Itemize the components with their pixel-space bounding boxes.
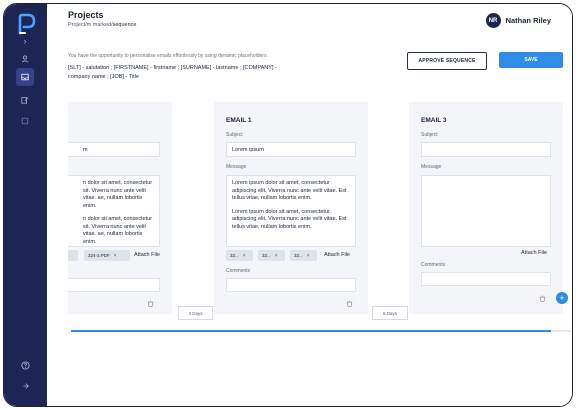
message-paragraph: Lorem ipsum dolor sit amet, consectetur … [232,180,347,201]
attachment-name: 32... [230,253,239,258]
attach-file-button[interactable]: Attach File [324,252,350,258]
save-button[interactable]: SAVE [499,52,563,68]
placeholder-list: [SLT] - salutation ; [FIRSTNAME] - first… [68,65,277,80]
email-title: EMAIL 1 [226,117,252,124]
user-menu[interactable]: NR Nathan Riley [485,13,551,28]
email-card-3: EMAIL 3 Subject Message Attach File Comm… [409,102,563,314]
breadcrumb: Project/m marked/sequence [68,22,136,28]
attachment-chip[interactable]: 32... × [290,250,317,261]
attachment-name: 32... [262,253,271,258]
delay-badge[interactable]: 6 Days [372,306,408,320]
user-name[interactable]: Nathan Riley [506,16,551,25]
page-title: Projects [68,10,104,20]
subject-label: Subject [226,132,243,138]
subject-label: Subject [421,132,438,138]
delay-badge[interactable]: 3 Days [178,306,213,320]
message-paragraph: Lorem ipsum dolor sit amet, consectetur … [232,208,347,230]
horizontal-scrollbar[interactable] [71,330,571,332]
edit-icon[interactable] [16,91,34,109]
subject-input[interactable] [421,142,551,157]
message-label: Message [421,164,442,170]
plus-icon: + [559,292,565,303]
placeholder-hint: You have the opportunity to personalise … [68,53,268,59]
logout-icon[interactable] [16,377,34,395]
attachment-chip[interactable] [68,250,78,261]
close-icon[interactable]: × [243,253,246,259]
attachment-chip[interactable]: 32... × [258,250,285,261]
sidebar: › [4,4,47,406]
trash-icon[interactable] [539,295,547,303]
message-input[interactable]: Lorem ipsum dolor sit amet, consectetur … [226,175,356,247]
comments-input[interactable] [421,272,551,286]
close-icon[interactable]: × [114,253,117,259]
message-label: Message [226,164,247,170]
comments-label: Comments [421,262,446,268]
message-input[interactable] [421,175,551,247]
help-icon[interactable] [16,356,34,374]
comments-label: Comments [226,268,251,274]
approve-sequence-button[interactable]: APPROVE SEQUENCE [407,52,487,70]
user-icon[interactable] [16,50,34,68]
comments-input[interactable] [68,278,160,292]
message-paragraph: n dolor sit amet, consectetur sit. Viver… [83,216,153,245]
email-card-1: EMAIL 1 Subject Lorem ipsum Message Lore… [214,102,368,314]
attachment-chip[interactable]: 324-3.PDF × [84,250,130,261]
inbox-icon[interactable] [16,68,34,86]
main-content: Projects Project/m marked/sequence NR Na… [47,4,572,406]
close-icon[interactable]: × [275,253,278,259]
attach-file-button[interactable]: Attach File [521,250,547,256]
email-card-previous: m n dolor sit amet, consectetur sit. Viv… [68,102,172,314]
subject-input[interactable]: Lorem ipsum [226,142,356,157]
trash-icon[interactable] [147,300,155,308]
comments-input[interactable] [226,278,356,292]
attachment-chip[interactable]: 32... × [226,250,253,261]
message-input[interactable]: n dolor sit amet, consectetur sit. Viver… [68,175,160,247]
sequence-board: m n dolor sit amet, consectetur sit. Viv… [68,102,568,330]
breadcrumb-current: sequence [112,22,137,28]
scrollbar-thumb[interactable] [71,330,551,332]
email-title: EMAIL 3 [421,117,447,124]
breadcrumb-path[interactable]: Project/m marked/ [68,22,113,28]
attachment-name: 324-3.PDF [88,253,110,258]
avatar[interactable]: NR [485,13,501,28]
close-icon[interactable]: × [307,253,310,259]
attach-file-button[interactable]: Attach File [134,252,160,258]
message-paragraph: n dolor sit amet, consectetur sit. Viver… [83,180,153,209]
add-email-button[interactable]: + [556,292,568,304]
chevron-right-icon[interactable]: › [16,32,34,50]
subject-input[interactable]: m [68,142,160,157]
app-window: › Projects Project/m marked/sequence NR … [3,3,573,407]
trash-icon[interactable] [346,300,354,308]
attachment-name: 32... [294,253,303,258]
settings-icon[interactable] [16,112,34,130]
